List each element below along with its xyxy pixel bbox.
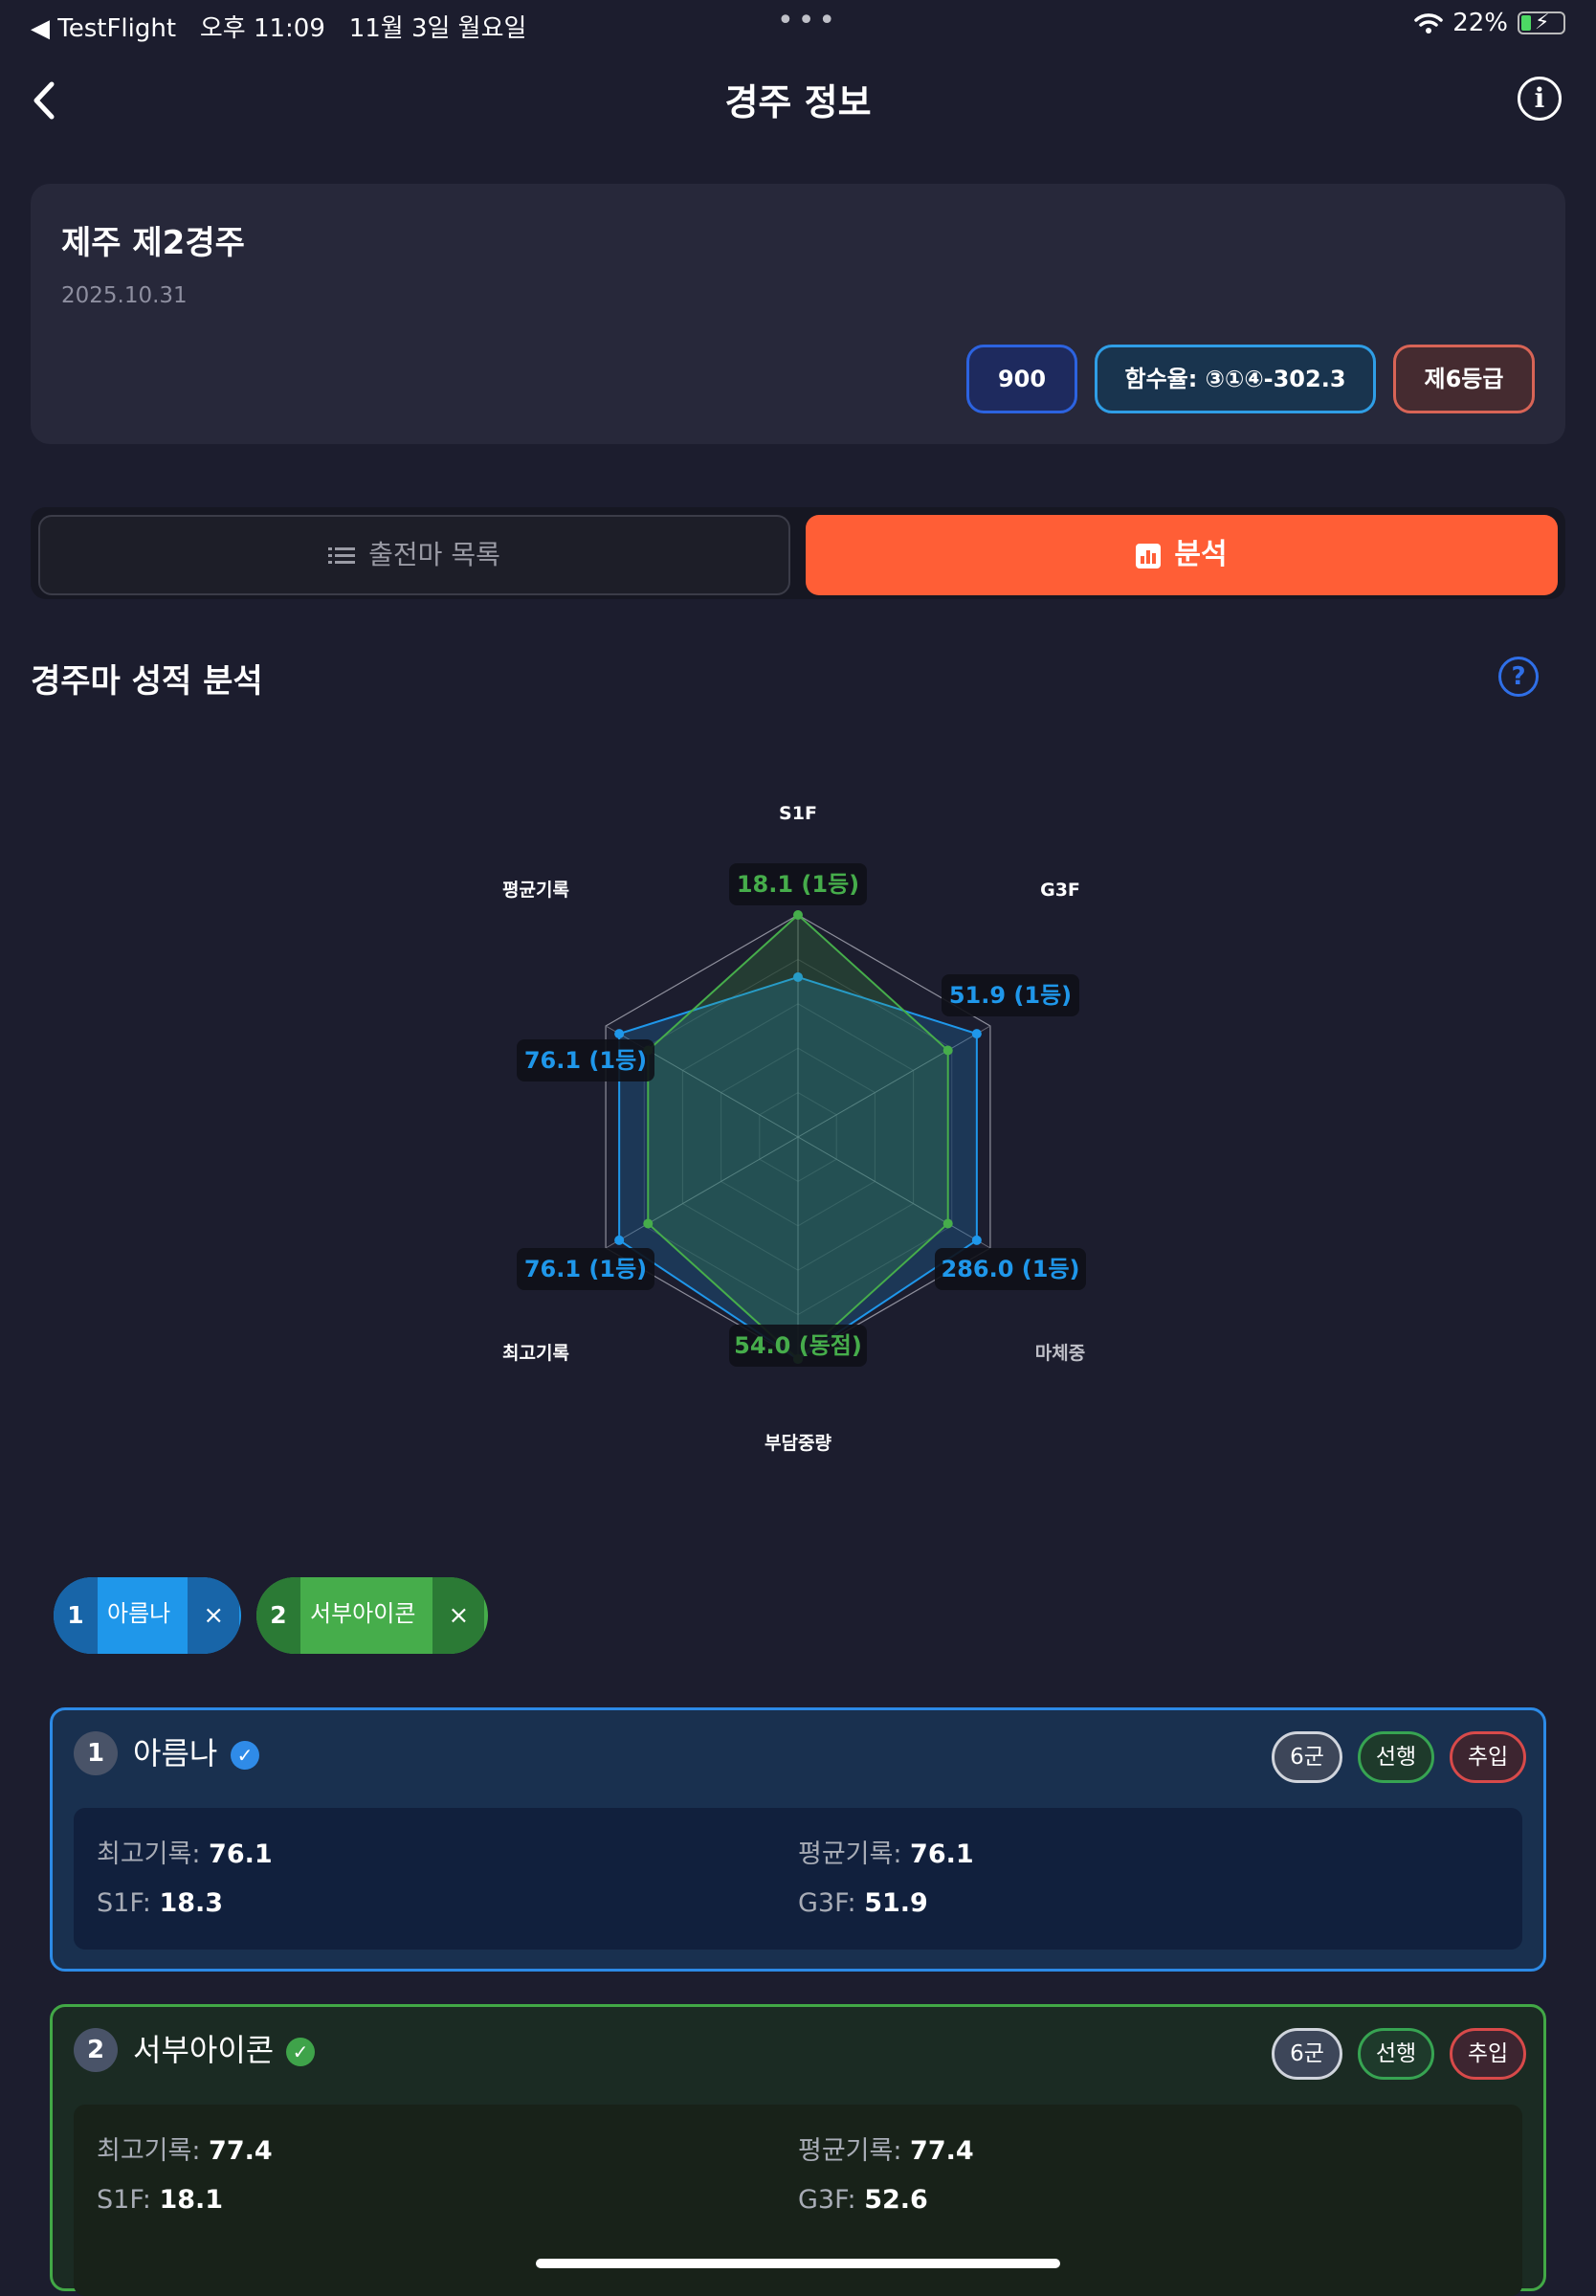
status-left: ◀ TestFlight 오후 11:09 11월 3일 월요일 <box>31 9 526 44</box>
wifi-icon <box>1414 13 1443 33</box>
radar-data-point <box>643 1218 654 1229</box>
distance-badge: 900 <box>966 345 1077 413</box>
status-time: 오후 11:09 <box>199 14 325 43</box>
testflight-back-link[interactable]: ◀ TestFlight <box>31 14 176 43</box>
status-bar: ◀ TestFlight 오후 11:09 11월 3일 월요일 ••• 22%… <box>0 0 1596 46</box>
list-icon <box>328 547 356 564</box>
position-badge: 추입 <box>1450 1731 1526 1783</box>
radar-axis-label: 평균기록 <box>502 880 569 901</box>
status-right: 22% ⚡ <box>1414 9 1565 37</box>
selected-horse-chip-2[interactable]: 2 서부아이콘 × <box>256 1577 488 1654</box>
race-info-card: 제주 제2경주 2025.10.31 900 함수율: ③①④-302.3 제6… <box>31 184 1565 444</box>
info-icon[interactable]: i <box>1518 77 1562 121</box>
s1f-record: S1F: 18.3 <box>97 1888 224 1918</box>
horse-card-2[interactable]: 2 서부아이콘 ✓ 6군 선행 추입 최고기록: 77.4 평균기록: 77.4… <box>50 2004 1546 2296</box>
radar-axis-label: S1F <box>779 803 817 824</box>
radar-series-area <box>647 913 949 1361</box>
horse-name: 아름나 <box>133 1735 218 1772</box>
radar-axis-label: 마체중 <box>1035 1343 1085 1364</box>
multitasking-dots-icon[interactable]: ••• <box>777 4 839 37</box>
check-circle-icon: ✓ <box>231 1741 259 1770</box>
tab-analysis-label: 분석 <box>1174 538 1228 571</box>
best-record: 최고기록: 76.1 <box>97 1839 273 1869</box>
group-badge: 6군 <box>1272 2028 1342 2080</box>
best-record: 최고기록: 77.4 <box>97 2136 273 2166</box>
home-indicator[interactable] <box>536 2259 1060 2268</box>
g3f-record: G3F: 52.6 <box>798 2185 928 2215</box>
tab-analysis[interactable]: 분석 <box>806 515 1558 595</box>
group-badge: 6군 <box>1272 1731 1342 1783</box>
horse-number: 1 <box>74 1731 118 1775</box>
tab-entries-label: 출전마 목록 <box>368 539 500 570</box>
radar-data-point <box>971 1235 982 1245</box>
chip-number: 1 <box>54 1577 98 1654</box>
s1f-record: S1F: 18.1 <box>97 2185 224 2215</box>
radar-axis-label: G3F <box>1040 880 1080 901</box>
remove-icon[interactable]: × <box>188 1577 240 1654</box>
battery-icon: ⚡ <box>1518 11 1565 34</box>
radar-data-point <box>942 1045 953 1056</box>
chip-name: 아름나 <box>107 1600 171 1627</box>
style-badge: 선행 <box>1358 1731 1434 1783</box>
avg-record: 평균기록: 77.4 <box>798 2136 974 2166</box>
grade-badge: 제6등급 <box>1393 345 1535 413</box>
help-icon[interactable]: ? <box>1498 657 1539 697</box>
tab-entries[interactable]: 출전마 목록 <box>38 515 790 595</box>
position-badge: 추입 <box>1450 2028 1526 2080</box>
radar-axis-label: 부담중량 <box>765 1433 831 1454</box>
remove-icon[interactable]: × <box>432 1577 485 1654</box>
radar-chart: S1F G3F 마체중부담중량 최고기록 평균기록 18.1 (1등) 51.9 (1등) 2… <box>502 803 1086 1454</box>
radar-value-label: 286.0 (1등) <box>942 1256 1080 1282</box>
moisture-badge: 함수율: ③①④-302.3 <box>1095 345 1376 413</box>
radar-value-label: 76.1 (1등) <box>524 1047 647 1074</box>
radar-data-point <box>793 910 803 920</box>
horse-name: 서부아이콘 <box>133 2032 275 2068</box>
style-badge: 선행 <box>1358 2028 1434 2080</box>
chip-number: 2 <box>256 1577 300 1654</box>
radar-value-label: 18.1 (1등) <box>737 871 859 898</box>
selected-horse-chip-1[interactable]: 1 아름나 × <box>54 1577 241 1654</box>
radar-axis-label: 최고기록 <box>502 1343 569 1364</box>
radar-data-point <box>971 1029 982 1039</box>
chip-name: 서부아이콘 <box>310 1600 416 1627</box>
horse-number: 2 <box>74 2028 118 2072</box>
radar-value-label: 76.1 (1등) <box>524 1256 647 1282</box>
race-date: 2025.10.31 <box>61 283 188 308</box>
bar-chart-icon <box>1136 543 1162 568</box>
page-title: 경주 정보 <box>724 81 872 123</box>
battery-percent: 22% <box>1452 9 1508 37</box>
section-title: 경주마 성적 분석 <box>31 662 263 701</box>
radar-data-point <box>614 1029 625 1039</box>
g3f-record: G3F: 51.9 <box>798 1888 928 1918</box>
check-circle-icon: ✓ <box>286 2038 315 2066</box>
horse-card-1[interactable]: 1 아름나 ✓ 6군 선행 추입 최고기록: 76.1 평균기록: 76.1 S… <box>50 1707 1546 1972</box>
radar-value-label: 51.9 (1등) <box>949 982 1072 1009</box>
stats-panel: 최고기록: 76.1 평균기록: 76.1 S1F: 18.3 G3F: 51.… <box>74 1808 1522 1950</box>
radar-data-point <box>614 1235 625 1245</box>
avg-record: 평균기록: 76.1 <box>798 1839 974 1869</box>
radar-value-label: 54.0 (동점) <box>734 1332 862 1359</box>
radar-data-point <box>942 1218 953 1229</box>
status-date: 11월 3일 월요일 <box>348 14 527 43</box>
race-title: 제주 제2경주 <box>61 224 245 262</box>
